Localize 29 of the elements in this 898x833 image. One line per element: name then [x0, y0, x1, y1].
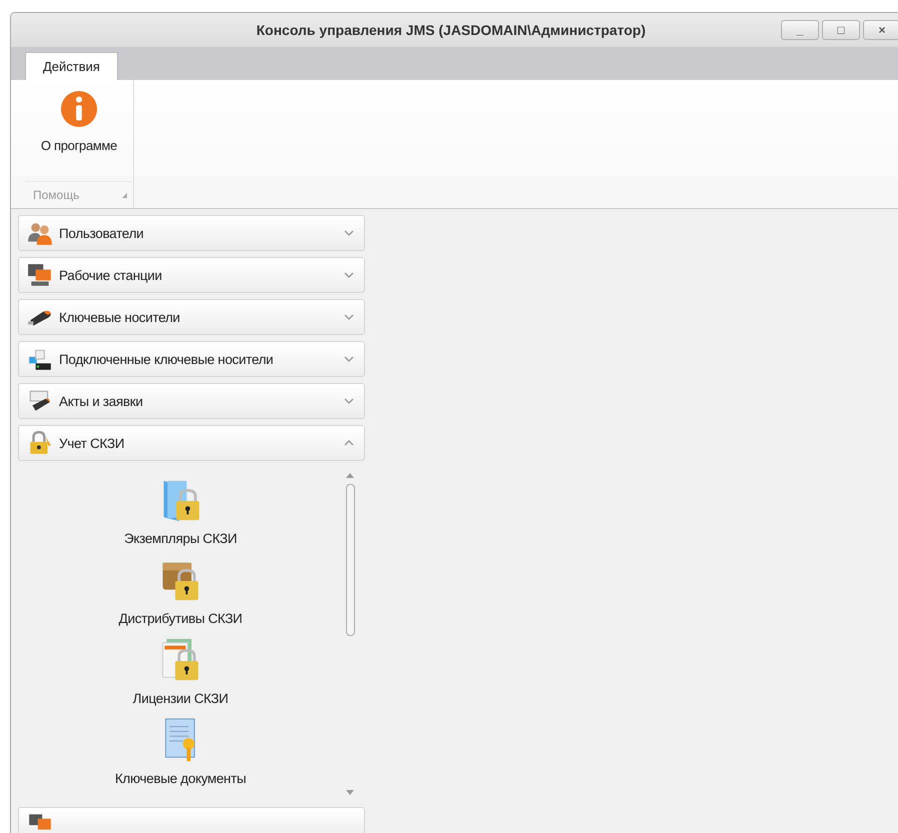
dialog-launcher-icon[interactable]: [122, 192, 127, 198]
window-title: Консоль управления JMS (JASDOMAIN\Администратор): [255, 22, 647, 38]
info-icon: [60, 90, 98, 128]
navigation-group-header[interactable]: Пользователи: [18, 215, 365, 251]
scroll-down-icon[interactable]: [346, 790, 354, 795]
about-button[interactable]: О программе: [38, 80, 120, 170]
chevron-up-icon: [344, 440, 354, 446]
navigation-item[interactable]: Дистрибутивы СКЗИ: [116, 553, 244, 633]
navigation-group-header[interactable]: Учет СКЗИ: [18, 425, 365, 461]
chevron-down-icon: [344, 398, 354, 404]
navigation-item[interactable]: Лицензии СКЗИ: [130, 633, 230, 713]
ribbon-tab[interactable]: Действия: [25, 52, 118, 80]
navigation-group-header[interactable]: Ключевые носители: [18, 299, 365, 335]
navigation-item[interactable]: Ключевые документы: [112, 713, 248, 793]
navigation-group-header[interactable]: Подключенные ключевые носители: [18, 341, 365, 377]
chevron-down-icon: [344, 272, 354, 278]
navigation-group-header[interactable]: Акты и заявки: [18, 383, 365, 419]
navigation-group-header[interactable]: [18, 807, 365, 833]
navigation-group-header[interactable]: Рабочие станции: [18, 257, 365, 293]
navigation-item[interactable]: Экземпляры СКЗИ: [122, 473, 239, 553]
chevron-down-icon: [344, 230, 354, 236]
minimize-button[interactable]: _: [781, 20, 819, 40]
group-label: Помощь: [33, 188, 80, 202]
chevron-down-icon: [344, 314, 354, 320]
scroll-up-icon[interactable]: [346, 473, 354, 478]
chevron-down-icon: [344, 356, 354, 362]
scrollbar-thumb[interactable]: [346, 484, 354, 636]
maximize-button[interactable]: □: [822, 20, 860, 40]
close-button[interactable]: ×: [863, 20, 898, 40]
